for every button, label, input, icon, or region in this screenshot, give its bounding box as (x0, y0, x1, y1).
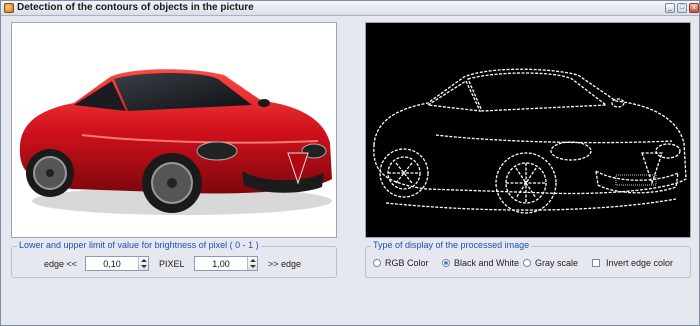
invert-edge-color-checkbox[interactable] (592, 259, 600, 267)
display-type-group: Type of display of the processed image R… (365, 240, 691, 278)
brightness-group-legend: Lower and upper limit of value for brigh… (17, 240, 261, 250)
original-car-image (19, 69, 332, 215)
lower-limit-input[interactable] (86, 257, 138, 270)
invert-edge-color-label[interactable]: Invert edge color (606, 258, 673, 268)
pixel-label: PIXEL (159, 259, 185, 269)
rear-wheel (26, 149, 74, 197)
spin-up-icon[interactable] (141, 259, 147, 262)
main-window: Detection of the contours of objects in … (0, 0, 700, 326)
brightness-limits-group: Lower and upper limit of value for brigh… (11, 240, 337, 278)
lower-limit-stepper[interactable] (85, 256, 149, 271)
upper-limit-spin[interactable] (247, 257, 257, 270)
upper-limit-stepper[interactable] (194, 256, 258, 271)
spin-up-icon[interactable] (250, 259, 256, 262)
edge-left-label: edge << (44, 259, 78, 269)
close-button[interactable]: x (689, 3, 699, 13)
spin-down-icon[interactable] (141, 265, 147, 268)
black-and-white-radio[interactable] (442, 259, 450, 267)
rgb-color-label[interactable]: RGB Color (385, 258, 429, 268)
processed-image-panel (365, 22, 691, 238)
minimize-button[interactable]: _ (665, 3, 675, 13)
gray-scale-radio[interactable] (523, 259, 531, 267)
rgb-color-radio[interactable] (373, 259, 381, 267)
display-group-legend: Type of display of the processed image (371, 240, 532, 250)
maximize-button[interactable]: □ (677, 3, 687, 13)
window-title: Detection of the contours of objects in … (17, 2, 254, 13)
original-image-panel (11, 22, 337, 238)
edge-detected-car-image (373, 68, 687, 214)
title-bar[interactable]: Detection of the contours of objects in … (1, 1, 699, 16)
lower-limit-spin[interactable] (138, 257, 148, 270)
edge-right-label: >> edge (268, 259, 302, 269)
app-icon (4, 3, 14, 13)
black-and-white-label[interactable]: Black and White (454, 258, 519, 268)
gray-scale-label[interactable]: Gray scale (535, 258, 578, 268)
upper-limit-input[interactable] (195, 257, 247, 270)
front-wheel (142, 153, 202, 213)
spin-down-icon[interactable] (250, 265, 256, 268)
